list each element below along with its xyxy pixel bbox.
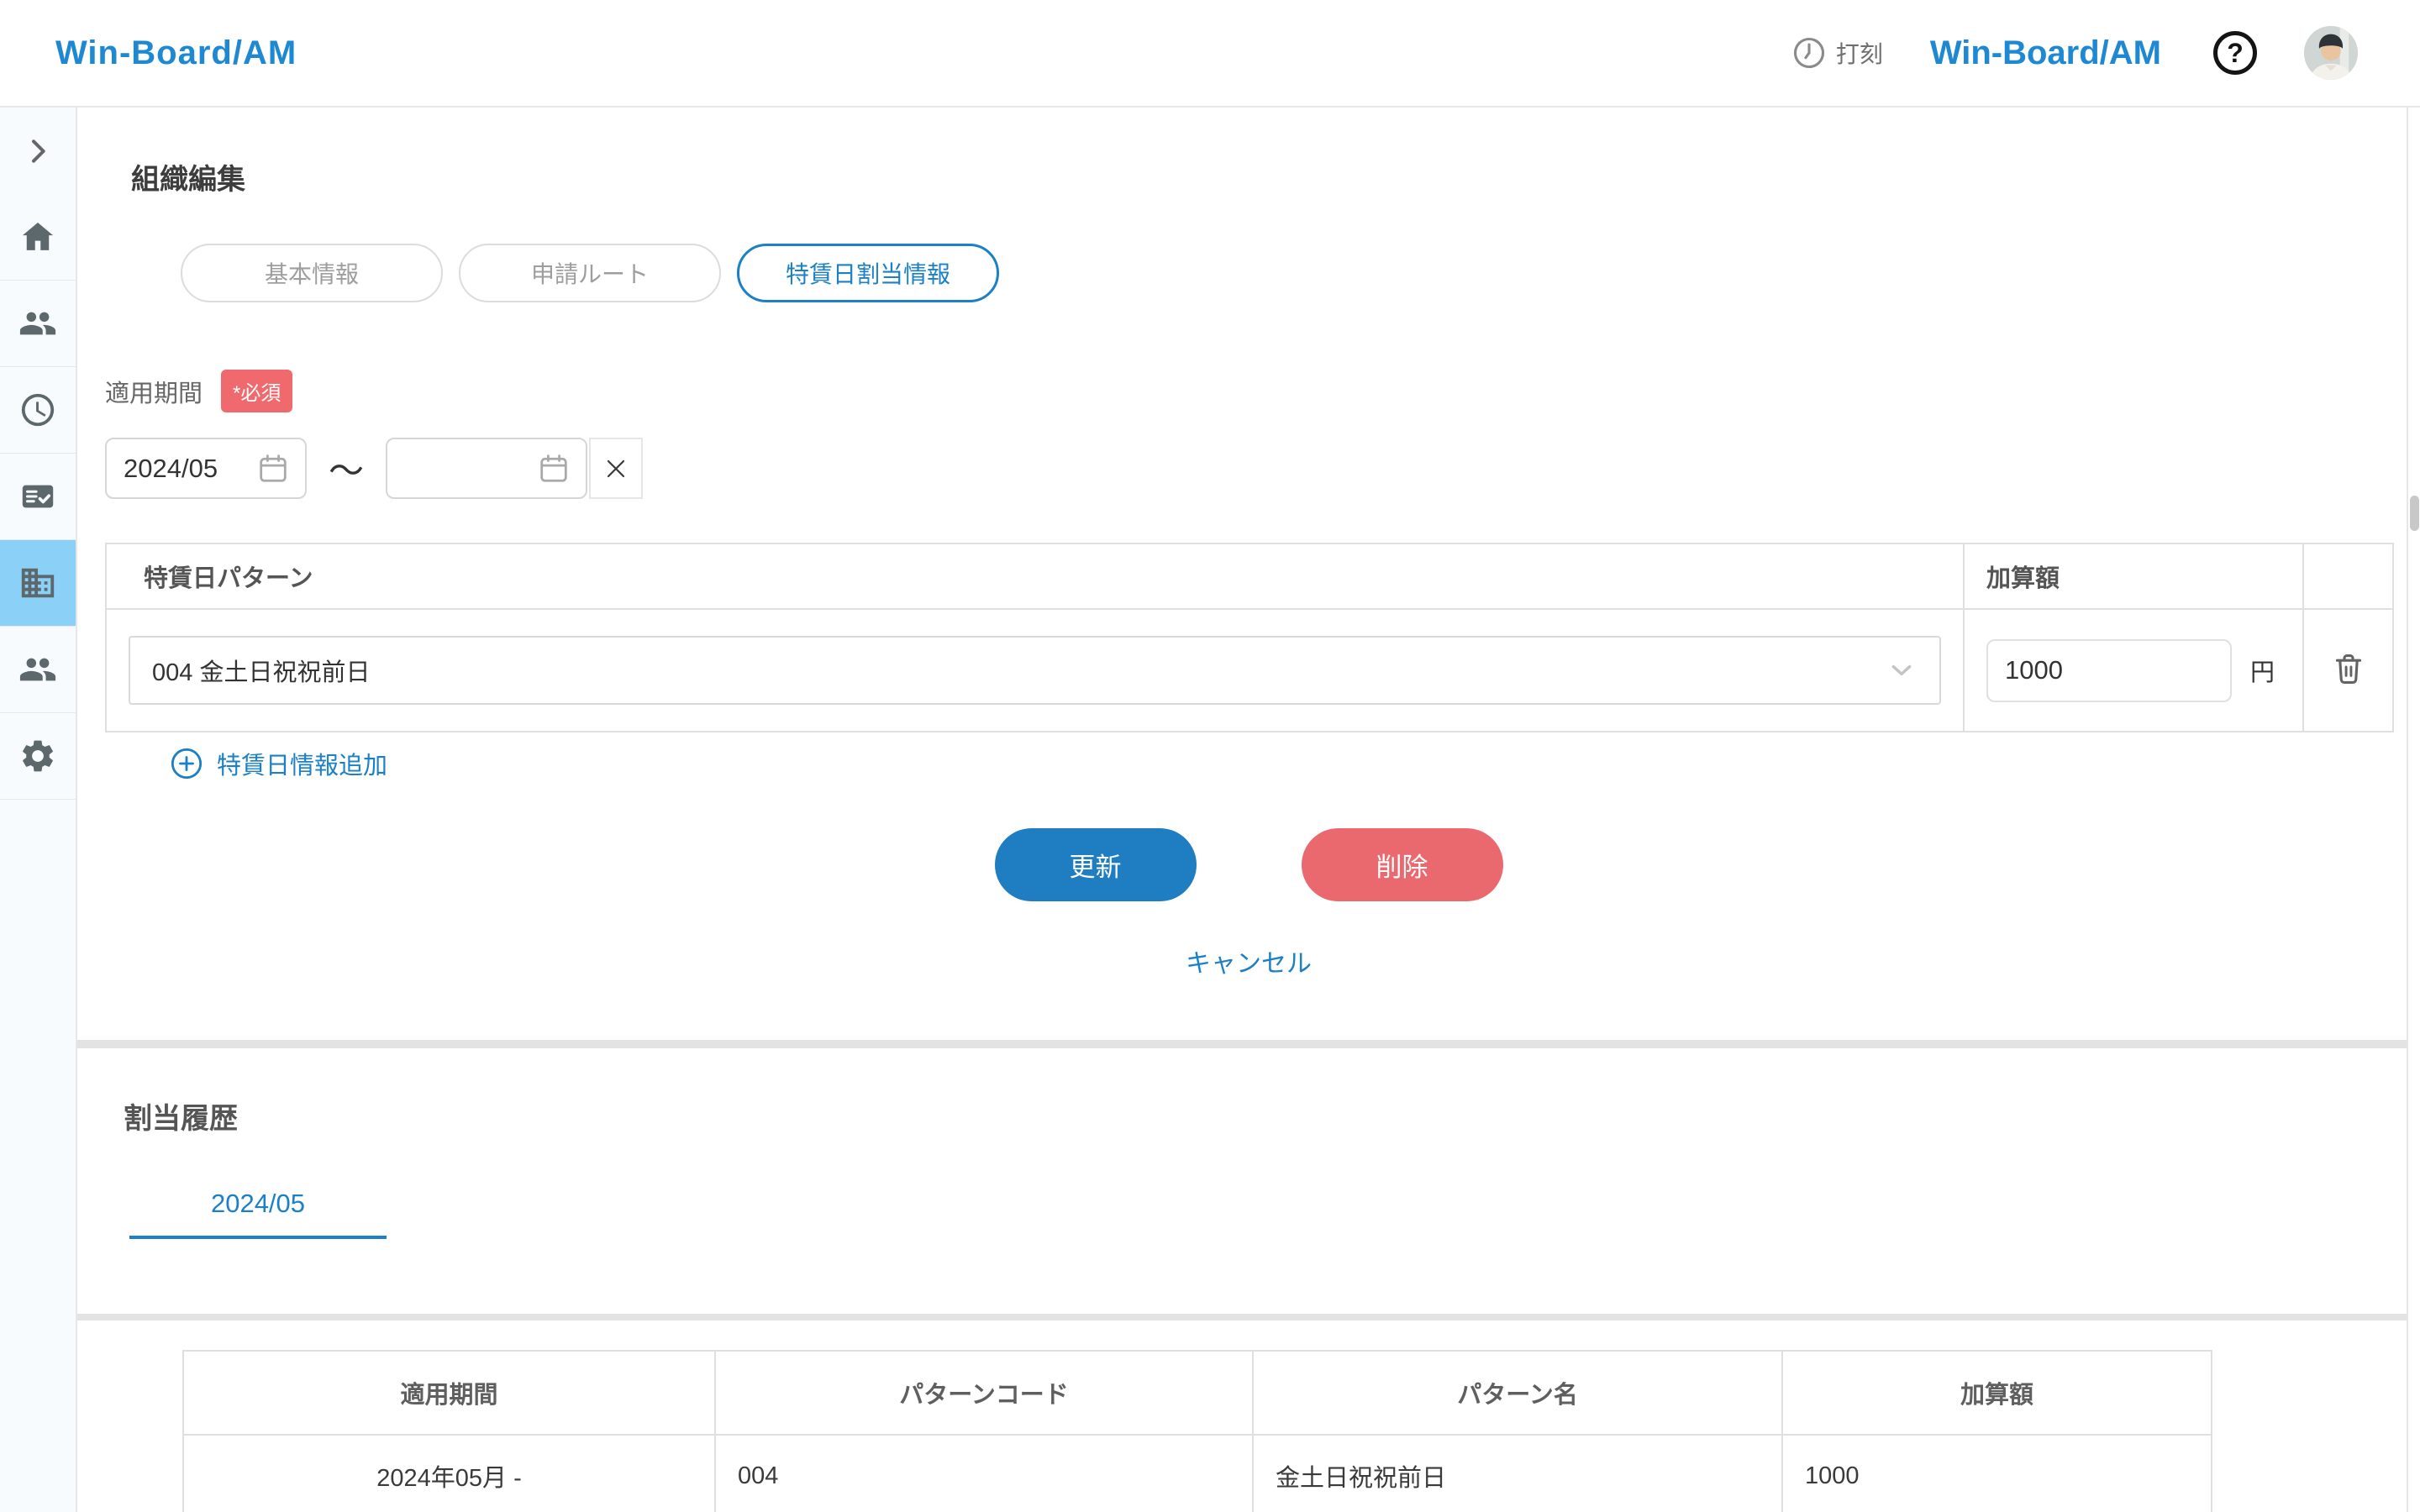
history-tab-label: 2024/05 [211, 1189, 305, 1218]
members-icon [18, 304, 57, 343]
page-title: 組織編集 [131, 156, 2420, 197]
amount-unit-label: 円 [2250, 653, 2275, 688]
period-separator: ～ [329, 443, 364, 494]
settings-icon [18, 737, 57, 775]
history-header-period: 適用期間 [183, 1351, 715, 1435]
clock-icon [1791, 34, 1828, 71]
history-cell-pattern-code: 004 [715, 1435, 1253, 1512]
sidebar [0, 108, 77, 1512]
punch-clock-button[interactable]: 打刻 [1791, 34, 1883, 71]
home-icon [18, 218, 57, 256]
cancel-link[interactable]: キャンセル [77, 942, 2420, 979]
chevron-down-icon [1884, 653, 1919, 688]
history-table-row: 2024年05月 - 004 金土日祝祝前日 1000 [183, 1435, 2212, 1512]
delete-row-button[interactable] [2328, 648, 2370, 692]
sidebar-item-organization[interactable] [0, 540, 76, 627]
required-badge: *必須 [221, 370, 292, 412]
history-table-header-row: 適用期間 パターンコード パターン名 加算額 [183, 1351, 2212, 1435]
clear-period-button[interactable] [589, 438, 643, 499]
pattern-select-value: 004 金土日祝祝前日 [152, 653, 370, 688]
main-content: 組織編集 基本情報 申請ルート 特賃日割当情報 適用期間 *必須 [77, 108, 2420, 1512]
app-root: Win-Board/AM 打刻 Win-Board/AM ? [0, 0, 2420, 1512]
pattern-column-header: 特賃日パターン [106, 543, 1964, 609]
sidebar-item-attendance[interactable] [0, 367, 76, 454]
sidebar-item-staff[interactable] [0, 627, 76, 713]
close-icon [601, 454, 631, 484]
history-header-pattern-code: パターンコード [715, 1351, 1253, 1435]
edit-form-card: 組織編集 基本情報 申請ルート 特賃日割当情報 適用期間 *必須 [77, 108, 2420, 1040]
period-end-input[interactable] [386, 438, 587, 499]
section-divider [77, 1314, 2420, 1320]
staff-icon [18, 650, 57, 689]
amount-column-header: 加算額 [1964, 543, 2303, 609]
tab-application-route[interactable]: 申請ルート [459, 244, 721, 302]
history-table: 適用期間 パターンコード パターン名 加算額 2024年05月 - 004 金土… [182, 1350, 2212, 1512]
amount-field: 円 [1986, 639, 2302, 702]
punch-label: 打刻 [1836, 36, 1883, 70]
section-divider [77, 1040, 2420, 1048]
history-cell-amount: 1000 [1782, 1435, 2212, 1512]
question-icon: ? [2227, 39, 2244, 66]
history-table-card: 適用期間 パターンコード パターン名 加算額 2024年05月 - 004 金土… [77, 1320, 2420, 1512]
trash-icon [2328, 648, 2370, 690]
sidebar-item-approvals[interactable] [0, 454, 76, 540]
approval-list-icon [18, 477, 57, 516]
history-header-pattern-name: パターン名 [1253, 1351, 1782, 1435]
app-body: 組織編集 基本情報 申請ルート 特賃日割当情報 適用期間 *必須 [0, 108, 2420, 1512]
history-header-amount: 加算額 [1782, 1351, 2212, 1435]
sidebar-item-settings[interactable] [0, 713, 76, 800]
update-button[interactable]: 更新 [995, 828, 1197, 901]
help-button[interactable]: ? [2213, 31, 2257, 75]
period-end-value[interactable] [404, 454, 535, 484]
scrollbar[interactable] [2407, 108, 2420, 1512]
history-cell-pattern-name: 金土日祝祝前日 [1253, 1435, 1782, 1512]
organization-icon [18, 564, 57, 602]
sidebar-item-home[interactable] [0, 194, 76, 281]
history-title: 割当履歴 [124, 1095, 2420, 1137]
calendar-icon[interactable] [535, 450, 572, 487]
amount-input[interactable] [1986, 639, 2232, 702]
sidebar-item-members[interactable] [0, 281, 76, 367]
app-name[interactable]: Win-Board/AM [1930, 34, 2161, 72]
assignment-history-card: 割当履歴 2024/05 [77, 1048, 2420, 1314]
tab-bar: 基本情報 申請ルート 特賃日割当情報 [181, 244, 2420, 302]
avatar-photo-icon [2304, 26, 2358, 80]
delete-button[interactable]: 削除 [1302, 828, 1503, 901]
period-start-input[interactable] [105, 438, 307, 499]
period-start-value[interactable] [124, 454, 255, 484]
tab-special-wage-day-info[interactable]: 特賃日割当情報 [737, 244, 999, 302]
pattern-select[interactable]: 004 金土日祝祝前日 [129, 636, 1941, 705]
action-buttons: 更新 削除 [77, 828, 2420, 901]
scrollbar-thumb[interactable] [2410, 496, 2419, 531]
history-tab-2024-05[interactable]: 2024/05 [129, 1189, 387, 1239]
top-bar: Win-Board/AM 打刻 Win-Board/AM ? [0, 0, 2420, 108]
period-date-row: ～ [105, 438, 2420, 499]
add-special-day-link[interactable]: 特賃日情報追加 [170, 746, 387, 781]
tab-basic-info[interactable]: 基本情報 [181, 244, 443, 302]
app-logo[interactable]: Win-Board/AM [55, 34, 297, 72]
action-column-header [2303, 543, 2393, 609]
schedule-icon [18, 391, 57, 429]
sidebar-expand-button[interactable] [0, 108, 76, 194]
avatar[interactable] [2304, 26, 2358, 80]
period-label: 適用期間 [105, 374, 203, 409]
pattern-table: 特賃日パターン 加算額 004 金土日祝祝前日 [105, 543, 2394, 732]
period-field-header: 適用期間 *必須 [105, 370, 2420, 412]
plus-circle-icon [170, 747, 203, 780]
topbar-right: 打刻 Win-Board/AM ? [1791, 26, 2358, 80]
chevron-right-icon [21, 134, 55, 168]
add-special-day-label: 特賃日情報追加 [217, 746, 387, 781]
pattern-table-row: 004 金土日祝祝前日 円 [106, 609, 2393, 732]
pattern-table-header-row: 特賃日パターン 加算額 [106, 543, 2393, 609]
history-cell-period: 2024年05月 - [183, 1435, 715, 1512]
calendar-icon[interactable] [255, 450, 292, 487]
